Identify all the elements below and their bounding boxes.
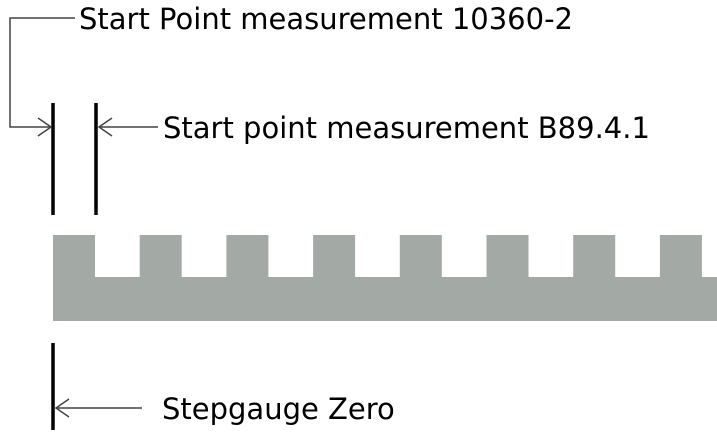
stepgauge-tooth <box>659 235 702 279</box>
diagram-canvas: Start Point measurement 10360-2 Start po… <box>0 0 717 433</box>
stepgauge-tooth <box>399 235 442 279</box>
stepgauge-base <box>53 277 717 321</box>
start-point-b89-leader <box>97 117 158 137</box>
stepgauge-tooth <box>139 235 182 279</box>
start-point-b89-label: Start point measurement B89.4.1 <box>163 111 650 145</box>
stepgauge-zero-leader <box>54 398 142 418</box>
stepgauge-tooth <box>486 235 529 279</box>
stepgauge-teeth <box>53 235 702 279</box>
stepgauge-tooth <box>53 235 95 279</box>
stepgauge-zero-label: Stepgauge Zero <box>162 392 395 426</box>
stepgauge-tooth <box>573 235 616 279</box>
stepgauge-tooth <box>226 235 269 279</box>
stepgauge <box>53 235 717 321</box>
stepgauge-tooth <box>313 235 356 279</box>
start-point-10360-leader <box>9 17 75 137</box>
stepgauge-diagram: Start Point measurement 10360-2 Start po… <box>9 2 717 430</box>
start-point-10360-label: Start Point measurement 10360-2 <box>79 2 573 36</box>
